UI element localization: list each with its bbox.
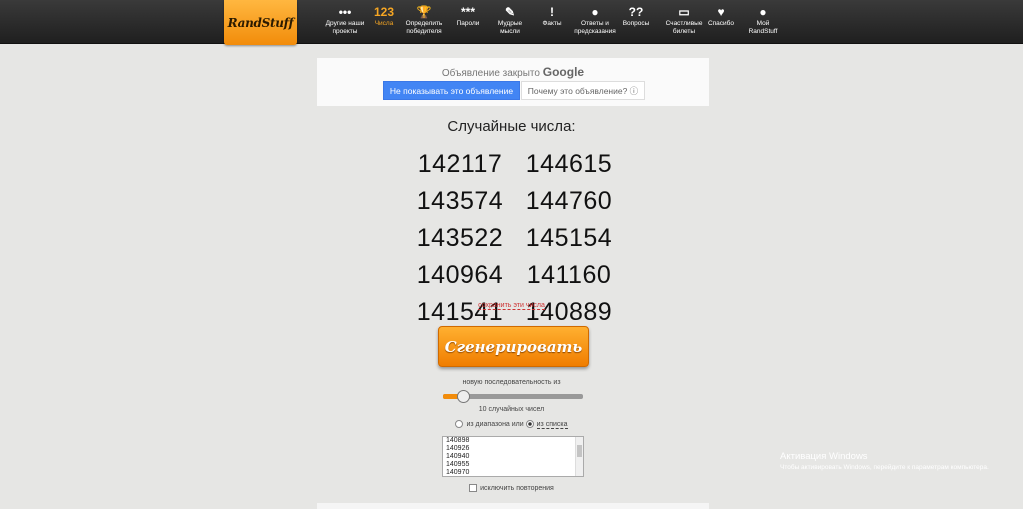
ad-closed-text: Объявление закрыто Google xyxy=(441,65,585,79)
nav-label: Мудрые мысли xyxy=(497,20,523,35)
random-number: 145154 xyxy=(525,224,613,252)
nav-label: Факты xyxy=(542,20,562,27)
list-radio[interactable] xyxy=(525,420,534,428)
random-number: 144760 xyxy=(525,187,613,215)
hide-ad-button[interactable]: Не показывать это объявление xyxy=(383,81,520,100)
numbers-icon: 123 xyxy=(373,4,395,19)
nav-item-user[interactable]: ● Мой RandStuff xyxy=(733,0,793,43)
dots-icon: ••• xyxy=(338,4,352,19)
number-list-textarea[interactable]: 140898 140926 140940 140955 140970 xyxy=(442,436,584,477)
trophy-icon: 🏆 xyxy=(416,4,432,19)
count-slider[interactable] xyxy=(443,390,583,403)
list-radio-label[interactable]: из списка xyxy=(536,420,568,429)
exclude-label[interactable]: исключить повторения xyxy=(480,485,554,492)
randstuff-logo[interactable]: RandStuff xyxy=(224,0,297,45)
nav-label: Числа xyxy=(374,20,394,27)
google-brand: Google xyxy=(542,65,585,79)
range-radio-label[interactable]: из диапазона или xyxy=(466,421,523,428)
source-radios: из диапазона или из списка xyxy=(0,420,1023,429)
ball-icon: ● xyxy=(591,4,599,19)
watermark-text: Чтобы активировать Windows, перейдите к … xyxy=(780,464,989,471)
notes-icon: ✎ xyxy=(504,4,516,19)
page-title: Случайные числа: xyxy=(447,118,576,135)
list-value: 140955 xyxy=(446,461,470,468)
bottom-strip xyxy=(317,503,709,509)
password-icon: *** xyxy=(460,4,475,19)
user-icon: ● xyxy=(759,4,767,19)
generate-button[interactable]: Сгенерировать xyxy=(438,326,589,367)
exclude-repeats[interactable]: исключить повторения xyxy=(0,484,1023,492)
range-radio[interactable] xyxy=(455,420,464,428)
list-lines: 140898 140926 140940 140955 140970 xyxy=(443,437,583,476)
logo-text: RandStuff xyxy=(227,15,294,30)
nav-label: Спасибо xyxy=(707,20,735,27)
random-number: 141160 xyxy=(526,261,612,289)
list-scrollbar[interactable] xyxy=(575,437,583,476)
alert-icon: ! xyxy=(550,4,554,19)
random-number: 142117 xyxy=(417,150,503,178)
list-value: 140970 xyxy=(446,469,470,476)
ad-closed-box: Объявление закрыто Google Не показывать … xyxy=(317,58,709,106)
exclude-checkbox[interactable] xyxy=(469,484,478,492)
scroll-thumb[interactable] xyxy=(577,445,582,457)
random-number: 144615 xyxy=(525,150,613,178)
nav-label: Пароли xyxy=(456,20,480,27)
why-ad-button[interactable]: Почему это объявление? ⓘ xyxy=(521,81,645,100)
list-value: 140926 xyxy=(446,445,470,452)
random-number: 143574 xyxy=(416,187,504,215)
nav-label: Мой RandStuff xyxy=(748,20,778,35)
nav-label: Вопросы xyxy=(622,20,650,27)
ticket-icon: ▭ xyxy=(678,4,690,19)
sequence-label: новую последовательность из xyxy=(462,379,561,386)
save-numbers-link[interactable]: сохранить эти числа xyxy=(0,302,1023,310)
watermark-title: Активация Windows xyxy=(780,451,868,462)
random-number: 143522 xyxy=(416,224,504,252)
nav-label: Определить победителя xyxy=(405,20,443,35)
count-label: 10 случайных чисел xyxy=(478,406,545,413)
questions-icon: ?? xyxy=(628,4,644,19)
windows-activation-watermark: Активация Windows Чтобы активировать Win… xyxy=(780,451,1010,472)
heart-icon: ♥ xyxy=(717,4,725,19)
list-value: 140940 xyxy=(446,453,470,460)
slider-handle[interactable] xyxy=(456,390,470,403)
list-value: 140898 xyxy=(446,437,470,444)
random-number: 140964 xyxy=(416,261,504,289)
